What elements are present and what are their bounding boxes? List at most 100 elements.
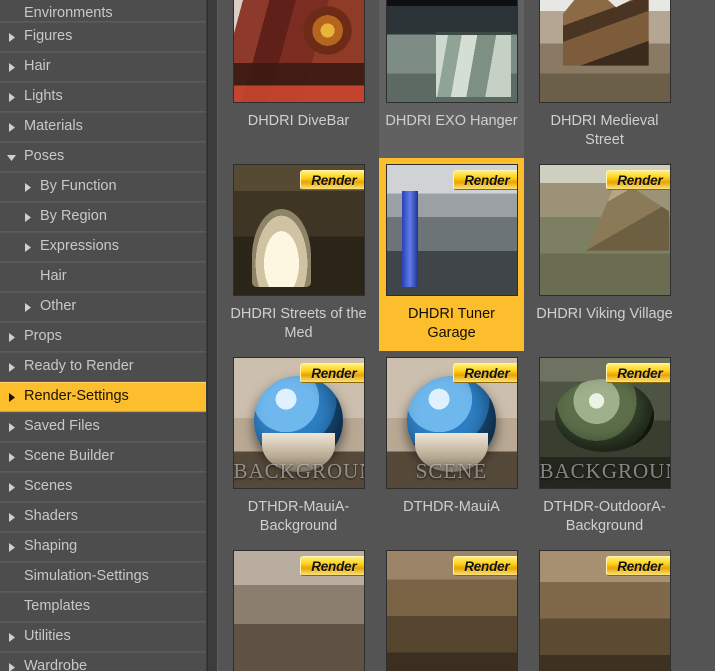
asset-caption: DTHDR-OutdoorA-Background (543, 499, 666, 534)
asset-caption: DHDRI DiveBar (247, 113, 350, 129)
sidebar-item-saved-files[interactable]: Saved Files (0, 412, 206, 442)
twisty-collapsed-icon[interactable] (22, 242, 36, 253)
sidebar-item-label: Simulation-Settings (24, 568, 149, 585)
sidebar-item-label: Props (24, 328, 62, 345)
asset-cell[interactable]: Render DHDRI Viking Village (532, 158, 677, 351)
thumbnail-image (539, 0, 670, 102)
asset-caption: DHDRI Viking Village (536, 306, 673, 322)
sidebar-item-templates[interactable]: Templates (0, 592, 206, 622)
sidebar-item-label: Scenes (24, 478, 73, 495)
twisty-collapsed-icon[interactable] (6, 542, 20, 553)
asset-thumbnail[interactable]: Render (538, 550, 671, 671)
sidebar-item-by-function[interactable]: By Function (0, 172, 206, 202)
sidebar-item-environments[interactable]: Environments (0, 0, 206, 22)
chrome-sphere-icon (555, 378, 654, 452)
sidebar-item-label: Expressions (40, 238, 119, 255)
sidebar-item-figures[interactable]: Figures (0, 22, 206, 52)
asset-thumbnail[interactable]: Render (385, 164, 518, 296)
asset-caption: DHDRI Streets of the Med (230, 306, 367, 341)
twisty-collapsed-icon[interactable] (6, 392, 20, 403)
asset-thumbnail[interactable]: Render (538, 0, 671, 103)
twisty-collapsed-icon[interactable] (6, 362, 20, 373)
render-badge: Render (453, 556, 517, 576)
sidebar-item-wardrobe[interactable]: Wardrobe (0, 652, 206, 671)
asset-cell[interactable]: Render (532, 544, 677, 671)
twisty-collapsed-icon[interactable] (6, 332, 20, 343)
sidebar-item-shaping[interactable]: Shaping (0, 532, 206, 562)
twisty-expanded-icon[interactable] (6, 152, 20, 163)
twisty-collapsed-icon[interactable] (6, 512, 20, 523)
asset-thumbnail[interactable]: SCENE Render (385, 357, 518, 489)
twisty-collapsed-icon[interactable] (6, 452, 20, 463)
sidebar-item-expressions[interactable]: Expressions (0, 232, 206, 262)
sidebar-item-hair[interactable]: Hair (0, 262, 206, 292)
sidebar-item-props[interactable]: Props (0, 322, 206, 352)
sidebar-item-hair[interactable]: Hair (0, 52, 206, 82)
twisty-collapsed-icon[interactable] (22, 302, 36, 313)
asset-thumbnail[interactable]: Render (385, 0, 518, 103)
asset-cell[interactable]: Render DHDRI Tuner Garage (379, 158, 524, 351)
twisty-collapsed-icon[interactable] (6, 632, 20, 643)
asset-caption: DTHDR-MauiA-Background (247, 499, 350, 534)
sidebar-item-label: Poses (24, 148, 65, 165)
asset-grid[interactable]: Render DHDRI DiveBar Render DHDRI EXO Hange… (218, 0, 715, 671)
panel-splitter[interactable] (207, 0, 218, 671)
asset-thumbnail[interactable]: BACKGROUNDRender (538, 357, 671, 489)
twisty-collapsed-icon[interactable] (6, 422, 20, 433)
sidebar-item-utilities[interactable]: Utilities (0, 622, 206, 652)
sidebar-item-lights[interactable]: Lights (0, 82, 206, 112)
sidebar-item-label: Wardrobe (24, 658, 88, 671)
asset-cell[interactable]: Render DHDRI DiveBar (226, 0, 371, 158)
sidebar-item-scenes[interactable]: Scenes (0, 472, 206, 502)
sidebar-item-other[interactable]: Other (0, 292, 206, 322)
render-badge: Render (453, 170, 517, 190)
asset-cell[interactable]: Render (379, 544, 524, 671)
asset-thumbnail[interactable]: Render (232, 550, 365, 671)
twisty-collapsed-icon[interactable] (6, 662, 20, 671)
asset-thumbnail[interactable]: BACKGROUNDRender (232, 357, 365, 489)
twisty-collapsed-icon[interactable] (6, 92, 20, 103)
sidebar-item-render-settings[interactable]: Render-Settings (0, 382, 206, 412)
asset-cell[interactable]: Render DHDRI Streets of the Med (226, 158, 371, 351)
asset-thumbnail[interactable]: Render (538, 164, 671, 296)
category-tree-sidebar[interactable]: Environments Figures Hair Lights Materials Po… (0, 0, 207, 671)
asset-cell[interactable]: Render (226, 544, 371, 671)
sidebar-item-materials[interactable]: Materials (0, 112, 206, 142)
twisty-collapsed-icon[interactable] (22, 182, 36, 193)
twisty-collapsed-icon[interactable] (6, 62, 20, 73)
asset-thumbnail[interactable]: Render (232, 164, 365, 296)
render-badge: Render (300, 170, 364, 190)
twisty-collapsed-icon[interactable] (22, 212, 36, 223)
asset-grid-pane[interactable]: Sides... Ram)Sides... Ram)Sides... Ram) … (218, 0, 715, 671)
render-badge: Render (606, 170, 670, 190)
thumbnail-image (386, 0, 517, 102)
asset-cell[interactable]: SCENE Render DTHDR-MauiA (379, 351, 524, 544)
asset-thumbnail[interactable]: Render (232, 0, 365, 103)
sidebar-item-label: Shaders (24, 508, 79, 525)
render-badge: Render (606, 556, 670, 576)
sidebar-item-scene-builder[interactable]: Scene Builder (0, 442, 206, 472)
sidebar-item-by-region[interactable]: By Region (0, 202, 206, 232)
asset-cell[interactable]: Render DHDRI EXO Hanger (379, 0, 524, 158)
asset-caption: DHDRI Tuner Garage (407, 306, 496, 341)
twisty-collapsed-icon[interactable] (6, 122, 20, 133)
sidebar-item-shaders[interactable]: Shaders (0, 502, 206, 532)
render-badge: Render (300, 556, 364, 576)
twisty-collapsed-icon[interactable] (6, 482, 20, 493)
sidebar-item-label: Ready to Render (24, 358, 134, 375)
sidebar-item-ready-to-render[interactable]: Ready to Render (0, 352, 206, 382)
sidebar-item-label: Materials (24, 118, 83, 135)
asset-cell[interactable]: Render DHDRI Medieval Street (532, 0, 677, 158)
sidebar-item-simulation-settings[interactable]: Simulation-Settings (0, 562, 206, 592)
content-library-panel: Environments Figures Hair Lights Materials Po… (0, 0, 715, 671)
asset-cell[interactable]: BACKGROUNDRender DTHDR-OutdoorA-Backgroun… (532, 351, 677, 544)
sidebar-item-label: Templates (24, 598, 91, 615)
asset-thumbnail[interactable]: Render (385, 550, 518, 671)
sphere-base (262, 433, 335, 473)
render-badge: Render (453, 363, 517, 383)
sidebar-item-poses[interactable]: Poses (0, 142, 206, 172)
asset-caption: DHDRI EXO Hanger (385, 113, 518, 129)
sidebar-item-label: Scene Builder (24, 448, 115, 465)
twisty-collapsed-icon[interactable] (6, 32, 20, 43)
asset-cell[interactable]: BACKGROUNDRender DTHDR-MauiA-Background (226, 351, 371, 544)
